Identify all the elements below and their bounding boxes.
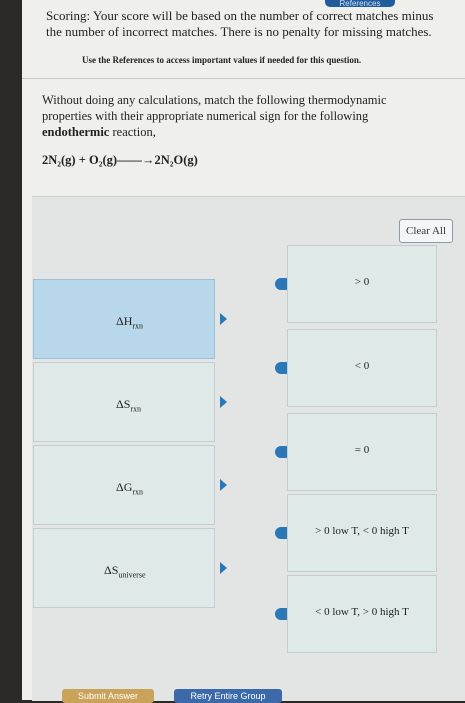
target-neg-low-pos-high[interactable]: < 0 low T, > 0 high T [275,575,437,653]
references-tab[interactable]: References [325,0,395,8]
submit-answer-button[interactable]: Submit Answer [62,689,154,703]
target-zero[interactable]: = 0 [275,413,437,491]
scoring-text: Scoring: Your score will be based on the… [46,8,434,39]
clear-all-button[interactable]: Clear All [399,219,453,243]
target-negative[interactable]: < 0 [275,329,437,407]
property-label: ΔSrxn [116,397,142,414]
drop-handle-icon[interactable] [275,608,287,620]
drop-handle-icon[interactable] [275,527,287,539]
target-label: > 0 low T, < 0 high T [315,525,409,537]
divider [22,78,465,79]
prompt-tail: reaction, [109,125,156,139]
reaction-equation: 2N₂(g) + O₂(g)——→2N₂O(g) [42,153,198,167]
target-pos-low-neg-high[interactable]: > 0 low T, < 0 high T [275,494,437,572]
references-note: Use the References to access important v… [82,55,362,65]
property-card-ds-universe[interactable]: ΔSuniverse [33,528,227,608]
prompt-bold: endothermic [42,125,110,139]
drag-handle-icon[interactable] [220,479,227,491]
property-card-dg[interactable]: ΔGrxn [33,445,227,525]
property-card-ds[interactable]: ΔSrxn [33,362,227,442]
drag-handle-icon[interactable] [220,396,227,408]
prompt-text: Without doing any calculations, match th… [42,93,387,123]
target-label: < 0 [354,360,370,372]
question-page: References Scoring: Your score will be b… [22,0,465,703]
retry-group-button[interactable]: Retry Entire Group [174,689,282,703]
question-prompt: Without doing any calculations, match th… [42,92,422,140]
property-label: ΔHrxn [116,314,144,331]
drag-handle-icon[interactable] [220,562,227,574]
property-label: ΔSuniverse [104,563,146,580]
property-card-dh[interactable]: ΔHrxn [33,279,227,359]
property-label: ΔGrxn [116,480,144,497]
target-label: < 0 low T, > 0 high T [315,606,409,618]
target-label: > 0 [354,276,370,288]
drag-handle-icon[interactable] [220,313,227,325]
drop-handle-icon[interactable] [275,362,287,374]
target-positive[interactable]: > 0 [275,245,437,323]
target-label: = 0 [354,444,370,456]
drop-handle-icon[interactable] [275,446,287,458]
drop-handle-icon[interactable] [275,278,287,290]
